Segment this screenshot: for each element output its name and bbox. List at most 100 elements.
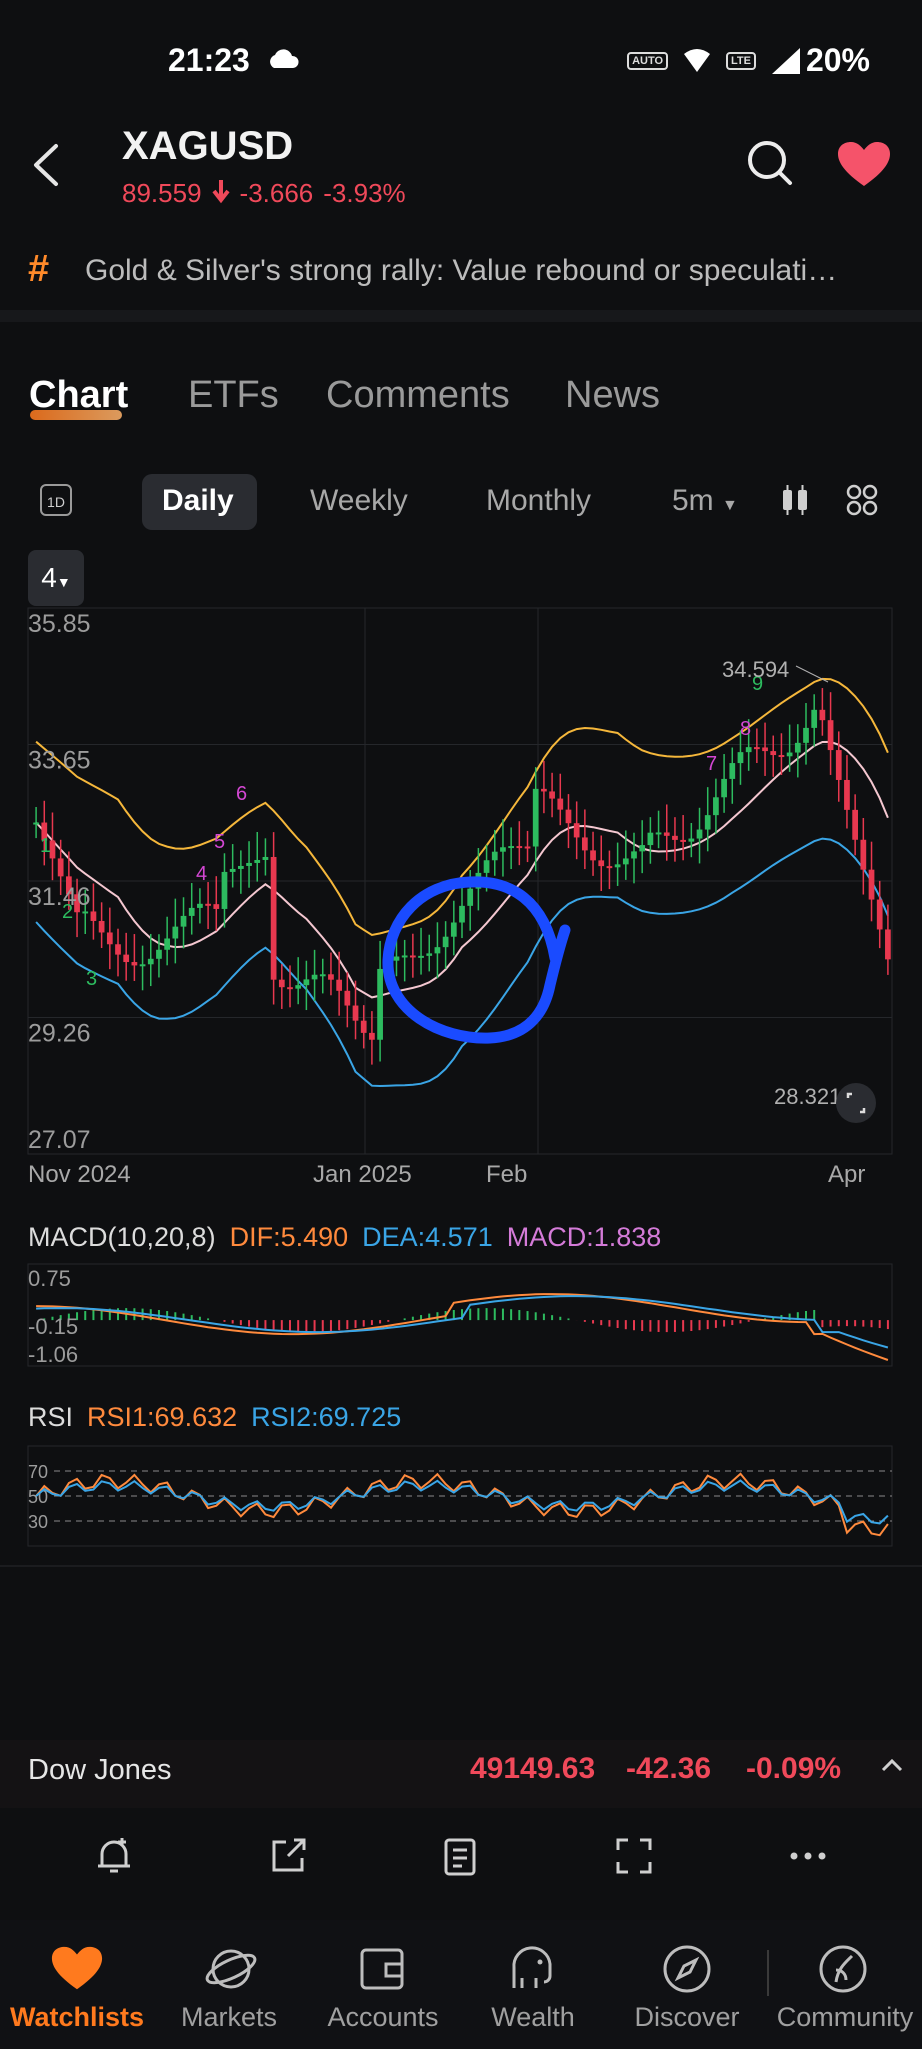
candle-body [491, 851, 498, 861]
candle-body [147, 958, 154, 965]
chevron-up-icon[interactable] [880, 1756, 904, 1779]
candle-body [197, 903, 203, 908]
candle-body [287, 987, 293, 990]
news-headline[interactable]: Gold & Silver's strong rally: Value rebo… [85, 254, 885, 288]
candle-body [369, 1032, 375, 1040]
price-change-pct: -3.93% [323, 178, 406, 208]
candle-body [319, 974, 326, 977]
candle-body [221, 871, 228, 909]
candle-body [516, 846, 523, 849]
nav-discover-button[interactable] [660, 1942, 714, 1996]
fullscreen-icon [616, 1838, 652, 1874]
candle-body [786, 752, 793, 757]
high-price-label: 34.594 [722, 657, 789, 682]
nav-discover-label[interactable]: Discover [612, 2002, 762, 2033]
nav-community-button[interactable] [816, 1942, 870, 1996]
fullscreen-button[interactable] [612, 1834, 656, 1878]
period-daily[interactable]: Daily [162, 484, 234, 518]
sequence-marker: 5 [214, 831, 225, 853]
nav-wealth-button[interactable] [506, 1942, 560, 1996]
notes-button[interactable] [438, 1834, 482, 1878]
last-price: 89.559 [122, 178, 202, 208]
ticker-symbol: XAGUSD [122, 124, 294, 168]
candle-body [844, 779, 850, 810]
heart-icon [838, 142, 890, 186]
candle-body [57, 858, 64, 877]
lte-badge: LTE [726, 52, 756, 70]
nav-separator [767, 1950, 769, 1996]
tab-comments[interactable]: Comments [326, 374, 510, 417]
middle-band-line [35, 740, 889, 999]
series-select[interactable]: 4▼ [28, 550, 84, 606]
candle-body [360, 1020, 367, 1033]
more-button[interactable] [786, 1834, 830, 1878]
index-price: 49149.63 [470, 1752, 596, 1785]
arrow-down-icon [211, 178, 230, 211]
candle-body [827, 720, 834, 751]
candle-body [459, 905, 465, 923]
index-change: -42.36 [626, 1752, 712, 1785]
candle-body [246, 862, 252, 866]
tab-chart[interactable]: Chart [29, 374, 128, 417]
candle-body [115, 944, 121, 955]
nav-accounts-button[interactable] [356, 1942, 410, 1996]
period-monthly[interactable]: Monthly [486, 484, 591, 518]
candle-body [237, 865, 244, 869]
cloud-icon [266, 48, 300, 75]
candle-body [295, 985, 302, 989]
share-button[interactable] [266, 1834, 310, 1878]
rsi1-line [35, 1472, 889, 1537]
search-button[interactable] [745, 138, 795, 188]
nav-accounts-label[interactable]: Accounts [308, 2002, 458, 2033]
candle-body [377, 968, 383, 1040]
interval-label: 5m [672, 484, 714, 517]
nav-community-label[interactable]: Community [770, 2002, 920, 2033]
candle-body [205, 903, 211, 906]
candle-body [729, 763, 736, 779]
chart-style-button[interactable] [780, 484, 810, 521]
candle-body [581, 837, 588, 851]
favorite-button[interactable] [836, 140, 892, 190]
candle-body [835, 750, 842, 780]
candle-body [655, 832, 662, 835]
nav-markets-button[interactable] [204, 1942, 258, 1996]
status-icons: AUTO LTE [627, 46, 802, 76]
macd-dif-line [36, 1293, 889, 1361]
candle-body [393, 956, 400, 961]
y-tick-label: 27.07 [28, 1126, 91, 1154]
tab-etfs[interactable]: ETFs [188, 374, 279, 417]
candle-body [811, 709, 818, 728]
candle-body [188, 907, 195, 916]
nav-markets-label[interactable]: Markets [154, 2002, 304, 2033]
candle-body [254, 859, 261, 863]
nav-watchlists-label[interactable]: Watchlists [2, 2002, 152, 2033]
rsi2-value: RSI2:69.725 [251, 1402, 402, 1432]
candle-body [663, 832, 670, 836]
candle-body [762, 747, 768, 752]
candle-body [672, 835, 678, 840]
macd-dea-line [36, 1295, 889, 1349]
period-weekly[interactable]: Weekly [310, 484, 408, 518]
layout-button[interactable] [846, 484, 878, 521]
candle-body [303, 979, 310, 986]
nav-watchlists-button[interactable] [50, 1942, 104, 1996]
candle-body [631, 851, 637, 859]
candle-body [426, 953, 433, 956]
candle-body [704, 815, 711, 830]
nav-wealth-label[interactable]: Wealth [458, 2002, 608, 2033]
candle-body [98, 920, 105, 933]
alert-button[interactable] [92, 1834, 136, 1878]
tab-news[interactable]: News [565, 374, 660, 417]
day-view-icon[interactable]: 1D [40, 484, 72, 516]
planet-icon [205, 1949, 257, 1989]
candle-body [549, 791, 555, 799]
share-icon [272, 1838, 306, 1872]
expand-chart-button[interactable] [836, 1083, 876, 1123]
wallet-icon [360, 1948, 404, 1990]
candle-body [131, 962, 138, 966]
back-button[interactable] [26, 140, 66, 190]
interval-select[interactable]: 5m ▼ [672, 484, 738, 518]
candle-body [532, 788, 539, 847]
index-change-pct: -0.09% [746, 1752, 842, 1785]
candle-body [90, 911, 97, 921]
